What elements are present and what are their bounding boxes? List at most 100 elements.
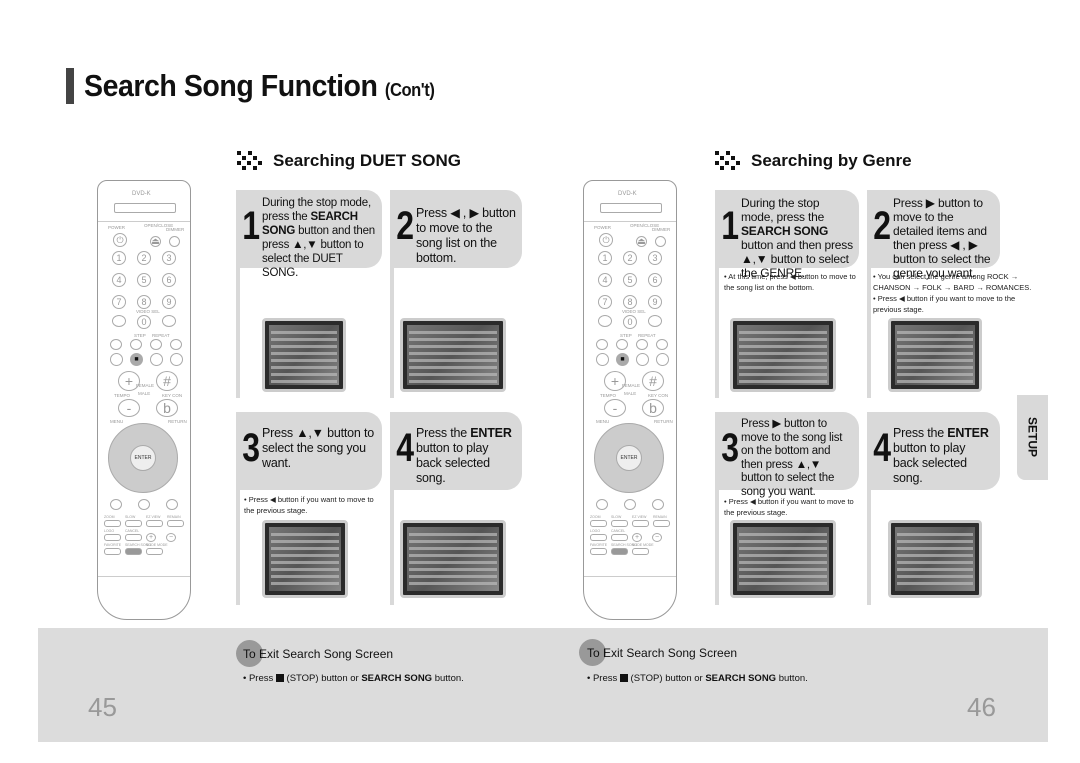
number-key-3[interactable]: 3 (162, 251, 176, 265)
cancel-button[interactable] (611, 534, 628, 541)
number-key-7[interactable]: 7 (598, 295, 612, 309)
minus-button[interactable]: - (604, 399, 626, 417)
play-pause-button[interactable] (150, 353, 163, 366)
exit-instruction: • Press (STOP) button or SEARCH SONG but… (587, 673, 808, 684)
number-key-4[interactable]: 4 (598, 273, 612, 287)
number-key-8[interactable]: 8 (623, 295, 637, 309)
stop-icon (275, 674, 284, 683)
logo-button[interactable] (590, 534, 607, 541)
zoom-button[interactable] (104, 520, 121, 527)
transport-button[interactable] (130, 339, 142, 350)
number-key-7[interactable]: 7 (112, 295, 126, 309)
remain-button[interactable] (653, 520, 670, 527)
dimmer-button[interactable] (169, 236, 180, 247)
plus-button[interactable]: + (604, 371, 626, 391)
remain-button[interactable] (167, 520, 184, 527)
number-key-4[interactable]: 4 (112, 273, 126, 287)
page-number: 46 (967, 692, 996, 722)
number-key-3[interactable]: 3 (648, 251, 662, 265)
echo-plus-button[interactable]: + (146, 533, 156, 542)
prev-button[interactable] (596, 353, 609, 366)
info-button[interactable] (596, 499, 608, 510)
next-button[interactable] (170, 353, 183, 366)
cancel-button[interactable] (648, 315, 662, 327)
number-key-1[interactable]: 1 (598, 251, 612, 265)
number-key-9[interactable]: 9 (162, 295, 176, 309)
number-key-6[interactable]: 6 (162, 273, 176, 287)
screen-list-row (739, 373, 827, 376)
remode-button[interactable] (112, 315, 126, 327)
next-button[interactable] (656, 353, 669, 366)
open-close-button[interactable]: ⏏ (150, 236, 161, 247)
favorite-button[interactable] (590, 548, 607, 555)
favorite-button[interactable] (104, 548, 121, 555)
zoom-button[interactable] (590, 520, 607, 527)
search-song-button[interactable] (125, 548, 142, 555)
number-key-0[interactable]: 0 (623, 315, 637, 329)
transport-button[interactable] (596, 339, 608, 350)
sharp-button[interactable]: # (642, 371, 664, 391)
info-button[interactable] (110, 499, 122, 510)
enter-button[interactable]: ENTER (616, 445, 642, 471)
sound-button[interactable] (138, 499, 150, 510)
transport-button[interactable] (656, 339, 668, 350)
slide-mode-button[interactable] (632, 548, 649, 555)
stop-button[interactable]: ■ (616, 353, 629, 366)
sub-title-button[interactable] (166, 499, 178, 510)
transport-button[interactable] (110, 339, 122, 350)
screen-list-row (739, 380, 827, 383)
number-key-2[interactable]: 2 (623, 251, 637, 265)
sharp-button[interactable]: # (156, 371, 178, 391)
search-song-button[interactable] (611, 548, 628, 555)
echo-minus-button[interactable]: − (166, 533, 176, 542)
number-key-5[interactable]: 5 (623, 273, 637, 287)
screen-list-row (739, 359, 827, 362)
number-key-9[interactable]: 9 (648, 295, 662, 309)
flat-button[interactable]: b (642, 399, 664, 417)
transport-button[interactable] (170, 339, 182, 350)
slow-button[interactable] (125, 520, 142, 527)
number-key-0[interactable]: 0 (137, 315, 151, 329)
sound-button[interactable] (624, 499, 636, 510)
screen-thumbnail (262, 318, 346, 392)
flat-button[interactable]: b (156, 399, 178, 417)
remote-label: CANCEL (611, 529, 626, 533)
cancel-button[interactable] (125, 534, 142, 541)
screen-list-row (897, 373, 973, 376)
screen-list-row (739, 345, 827, 348)
number-key-2[interactable]: 2 (137, 251, 151, 265)
number-key-6[interactable]: 6 (648, 273, 662, 287)
screen-list-row (897, 345, 973, 348)
number-key-5[interactable]: 5 (137, 273, 151, 287)
ez-view-button[interactable] (632, 520, 649, 527)
remote-control-right: DVD-K POWER OPEN/CLOSE DIMMER ⏻ ⏏ 1 2 3 4 5 6 7 8 9 VID… (583, 180, 677, 620)
prev-button[interactable] (110, 353, 123, 366)
sub-title-button[interactable] (652, 499, 664, 510)
slide-mode-button[interactable] (146, 548, 163, 555)
logo-button[interactable] (104, 534, 121, 541)
dimmer-button[interactable] (655, 236, 666, 247)
number-key-8[interactable]: 8 (137, 295, 151, 309)
title-bar-accent (66, 68, 74, 104)
step-1: 1 During the stop mode, press the SEARCH … (236, 190, 382, 279)
slow-button[interactable] (611, 520, 628, 527)
open-close-button[interactable]: ⏏ (636, 236, 647, 247)
echo-minus-button[interactable]: − (652, 533, 662, 542)
cancel-button[interactable] (162, 315, 176, 327)
transport-button[interactable] (150, 339, 162, 350)
transport-button[interactable] (616, 339, 628, 350)
exit-instructions-band (38, 628, 1048, 742)
echo-plus-button[interactable]: + (632, 533, 642, 542)
ez-view-button[interactable] (146, 520, 163, 527)
remode-button[interactable] (598, 315, 612, 327)
minus-button[interactable]: - (118, 399, 140, 417)
number-key-1[interactable]: 1 (112, 251, 126, 265)
power-button[interactable]: ⏻ (599, 233, 613, 247)
plus-button[interactable]: + (118, 371, 140, 391)
enter-button[interactable]: ENTER (130, 445, 156, 471)
power-button[interactable]: ⏻ (113, 233, 127, 247)
transport-button[interactable] (636, 339, 648, 350)
play-pause-button[interactable] (636, 353, 649, 366)
screen-list-row (271, 380, 337, 383)
stop-button[interactable]: ■ (130, 353, 143, 366)
